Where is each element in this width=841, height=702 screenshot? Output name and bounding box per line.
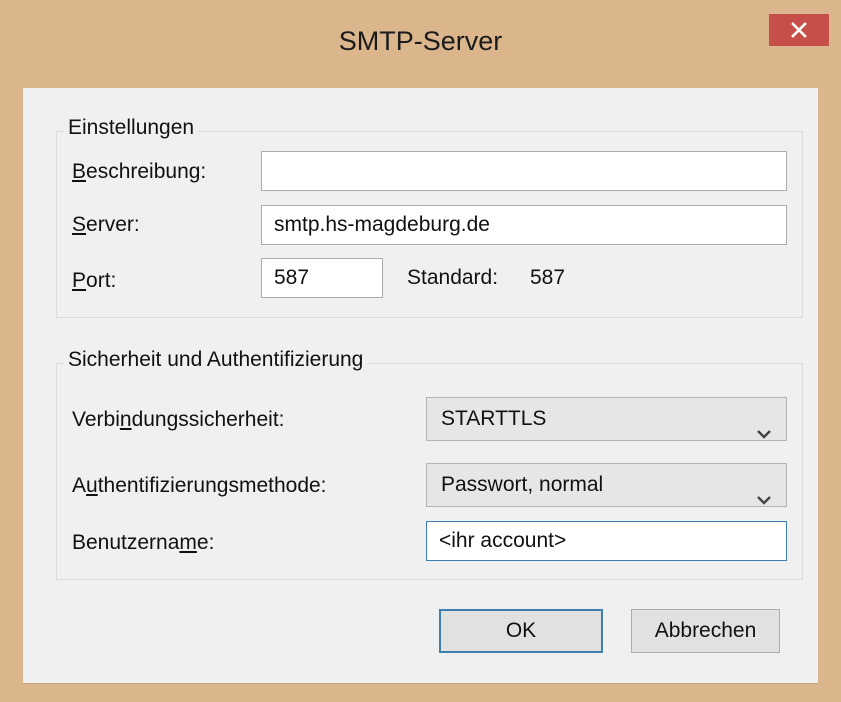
auth-method-value: Passwort, normal (441, 473, 604, 496)
username-label: Benutzername: (72, 531, 215, 554)
chevron-down-icon (756, 413, 772, 439)
connection-security-select[interactable]: STARTTLS (426, 397, 787, 441)
close-button[interactable] (769, 14, 829, 46)
close-icon (791, 22, 807, 38)
port-default-label: Standard: (407, 266, 499, 289)
username-field[interactable]: <ihr account> (426, 521, 787, 561)
server-field[interactable]: smtp.hs-magdeburg.de (261, 205, 787, 245)
title-bar[interactable]: SMTP-Server (0, 0, 841, 88)
security-group-legend: Sicherheit und Authentifizierung (64, 347, 368, 373)
port-field[interactable]: 587 (261, 258, 383, 298)
window-border (23, 683, 818, 684)
dialog-content: Einstellungen Beschreibung: Server: smtp… (23, 88, 818, 683)
port-label: Port: (72, 269, 117, 292)
connection-security-value: STARTTLS (441, 407, 547, 430)
port-default-value: 587 (530, 266, 566, 289)
settings-group-legend: Einstellungen (64, 115, 199, 141)
description-field[interactable] (261, 151, 787, 191)
auth-method-select[interactable]: Passwort, normal (426, 463, 787, 507)
window-title: SMTP-Server (338, 26, 503, 56)
cancel-button[interactable]: Abbrechen (631, 609, 780, 653)
auth-method-label: Authentifizierungsmethode: (72, 474, 327, 497)
dialog-window: SMTP-Server Einstellungen Beschreibung: … (0, 0, 841, 702)
connection-security-label: Verbindungssicherheit: (72, 408, 285, 431)
description-label: Beschreibung: (72, 160, 207, 183)
server-label: Server: (72, 213, 140, 236)
ok-button[interactable]: OK (439, 609, 603, 653)
chevron-down-icon (756, 479, 772, 505)
